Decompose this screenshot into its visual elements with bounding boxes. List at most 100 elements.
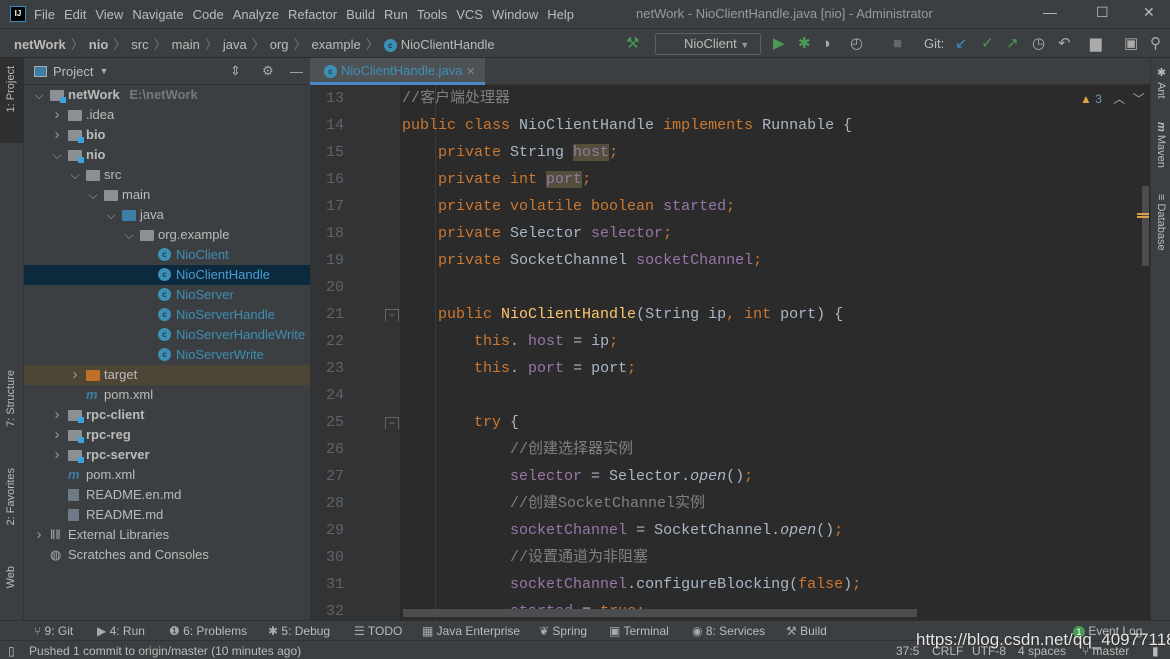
tree-item[interactable]: ⌵ org.example [24,225,310,245]
status-toggle-icon[interactable]: ▯ [8,644,15,658]
build-hammer-icon[interactable]: ⚒ [626,35,639,53]
close-button[interactable]: ✕ [1143,4,1155,21]
breadcrumb-item[interactable]: example [312,37,361,52]
tree-item[interactable]: ⌵ src [24,165,310,185]
tree-item[interactable]: › target [24,365,310,385]
tool-button-debug[interactable]: ✱ 5: Debug [268,624,330,638]
ant-tool-button[interactable]: ✱ Ant [1155,66,1168,99]
breadcrumb-item[interactable]: netWork [14,37,66,52]
tree-item[interactable]: ◍ Scratches and Consoles [24,545,310,565]
breadcrumb-item[interactable]: nio [89,37,109,52]
tree-item[interactable]: › ‖‖ External Libraries [24,525,310,545]
fold-icon[interactable]: − [385,417,399,429]
tool-button-run[interactable]: ▶ 4: Run [97,624,145,638]
tree-item[interactable]: c NioClientHandle [24,265,310,285]
tree-item[interactable]: › rpc-server [24,445,310,465]
tree-item[interactable]: › rpc-reg [24,425,310,445]
breadcrumb-item[interactable]: NioClientHandle [401,37,495,52]
inspection-widget[interactable]: ▲ 3 ︿ ﹀ [1080,90,1145,107]
tree-item[interactable]: ⌵ netWork E:\netWork [24,85,310,105]
close-tab-icon[interactable]: ✕ [466,66,475,78]
git-commit-icon[interactable]: ✓ [981,35,994,53]
database-tool-button[interactable]: ≡ Database [1155,194,1167,251]
run-configuration-select[interactable]: NioClient ▼ [655,33,761,55]
minimize-button[interactable]: — [1043,4,1057,20]
tree-item[interactable]: README.md [24,505,310,525]
tool-button-terminal[interactable]: ▣ Terminal [609,624,669,638]
breadcrumb-item[interactable]: src [131,37,148,52]
status-message[interactable]: Pushed 1 commit to origin/master (10 min… [29,644,301,658]
tool-button-spring[interactable]: ❦ Spring [539,624,587,638]
tree-item[interactable]: README.en.md [24,485,310,505]
chevron-down-icon[interactable]: ▼ [99,66,108,76]
tree-item[interactable]: › bio [24,125,310,145]
rollback-icon[interactable]: ↶ [1058,35,1071,53]
previous-highlight-icon[interactable]: ︿ [1113,92,1125,106]
warning-marker[interactable] [1137,213,1149,215]
tree-item[interactable]: m pom.xml [24,465,310,485]
menu-item-edit[interactable]: Edit [64,7,86,22]
tree-item[interactable]: ⌵ main [24,185,310,205]
tree-item[interactable]: › .idea [24,105,310,125]
tool-button-git[interactable]: ⑂ 9: Git [34,624,73,638]
tree-item[interactable]: c NioClient [24,245,310,265]
tree-item[interactable]: c NioServerHandle [24,305,310,325]
tree-item[interactable]: c NioServer [24,285,310,305]
code-area[interactable]: //客户端处理器 public class NioClientHandle imp… [402,85,1150,620]
project-structure-icon[interactable]: ▆ [1090,35,1102,53]
fold-icon[interactable]: − [385,309,399,321]
menu-item-build[interactable]: Build [346,7,375,22]
project-tool-button[interactable]: 1: Project [5,66,17,112]
git-update-icon[interactable]: ↙ [955,35,968,53]
project-panel-title[interactable]: Project [53,64,93,79]
tool-button-problems[interactable]: ❶ 6: Problems [169,624,247,638]
web-tool-button[interactable]: Web [5,566,17,588]
tree-item[interactable]: ⌵ java [24,205,310,225]
menu-item-file[interactable]: File [34,7,55,22]
tab-nioclienthandle[interactable]: c NioClientHandle.java ✕ [310,58,485,85]
tree-item[interactable]: ⌵ nio [24,145,310,165]
breadcrumb-item[interactable]: java [223,37,247,52]
hide-icon[interactable]: — [290,64,303,79]
history-icon[interactable]: ◷ [1032,35,1045,53]
menu-item-run[interactable]: Run [384,7,408,22]
tree-item[interactable]: c NioServerHandleWrite [24,325,310,345]
stop-icon[interactable]: ■ [893,35,902,53]
tool-button-services[interactable]: ◉ 8: Services [692,624,765,638]
structure-tool-button[interactable]: 7: Structure [5,370,17,427]
tree-item[interactable]: m pom.xml [24,385,310,405]
coverage-icon[interactable]: ◗ [823,35,832,53]
code-token: private int [438,171,547,188]
breadcrumb-item[interactable]: main [172,37,200,52]
menu-item-code[interactable]: Code [193,7,224,22]
menu-item-analyze[interactable]: Analyze [233,7,279,22]
menu-item-help[interactable]: Help [547,7,574,22]
menu-item-window[interactable]: Window [492,7,538,22]
maven-tool-button[interactable]: m Maven [1155,122,1167,168]
menu-item-tools[interactable]: Tools [417,7,447,22]
maximize-button[interactable]: ☐ [1096,4,1109,21]
next-highlight-icon[interactable]: ﹀ [1133,92,1145,106]
git-push-icon[interactable]: ↗ [1006,35,1019,53]
menu-item-refactor[interactable]: Refactor [288,7,337,22]
vertical-scrollbar[interactable] [1142,186,1149,266]
favorites-tool-button[interactable]: 2: Favorites [5,468,17,525]
search-icon[interactable]: ⚲ [1150,35,1161,53]
tree-item[interactable]: › rpc-client [24,405,310,425]
menu-item-vcs[interactable]: VCS [456,7,483,22]
debug-icon[interactable]: ✱ [798,35,811,53]
run-anything-icon[interactable]: ▣ [1124,35,1138,53]
gear-icon[interactable]: ⚙ [262,63,274,79]
menu-item-view[interactable]: View [95,7,123,22]
collapse-all-icon[interactable]: ⇕ [230,63,241,79]
tool-button-todo[interactable]: ☰ TODO [354,624,402,638]
tree-item[interactable]: c NioServerWrite [24,345,310,365]
menu-item-navigate[interactable]: Navigate [132,7,183,22]
tool-button-java-enterprise[interactable]: ▦ Java Enterprise [422,624,520,638]
run-icon[interactable]: ▶ [773,35,785,53]
horizontal-scrollbar[interactable] [403,609,917,617]
line-number: 28 [325,495,344,512]
profile-icon[interactable]: ◴ [850,35,863,53]
tool-button-build[interactable]: ⚒ Build [786,624,827,638]
breadcrumb-item[interactable]: org [270,37,289,52]
